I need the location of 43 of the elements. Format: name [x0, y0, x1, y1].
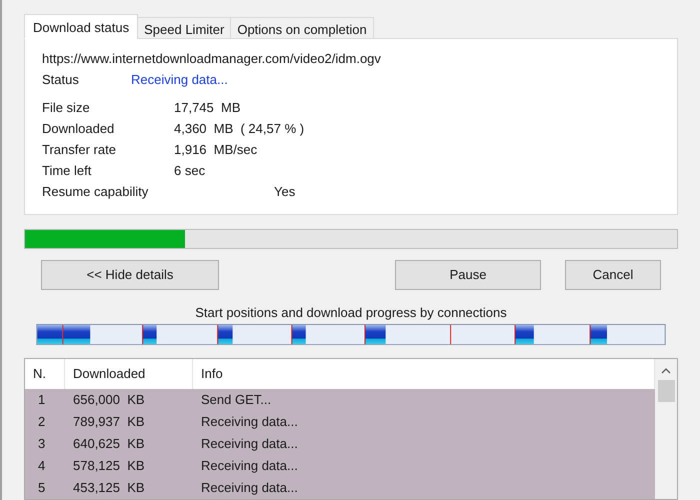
field-label: File size [42, 99, 91, 117]
table-row[interactable]: 3 640,625 KB Receiving data... [25, 433, 655, 455]
field-label: Resume capability [42, 183, 150, 201]
table-cell-text: 789,937 KB [72, 413, 146, 432]
table-cell-text: 1 [37, 391, 46, 410]
field-value: 1,916 MB/sec [174, 141, 258, 159]
table-cell-text: Receiving data... [200, 479, 299, 498]
table-row[interactable]: 5 453,125 KB Receiving data... [25, 477, 655, 499]
field-value: 17,745 MB [174, 99, 240, 117]
scrollbar[interactable] [655, 359, 677, 499]
tab[interactable]: Speed Limiter [137, 17, 232, 39]
table-cell-text: 578,125 KB [72, 457, 146, 476]
field-label: Downloaded [42, 120, 116, 138]
table-cell-text: 453,125 KB [72, 479, 146, 498]
table-row[interactable]: 1 656,000 KB Send GET... [25, 389, 655, 411]
table-cell-text: Send GET... [200, 391, 272, 410]
status-value: Receiving data... [131, 71, 228, 89]
table-cell-text: 2 [37, 413, 46, 432]
table-cell-text: 656,000 KB [72, 391, 146, 410]
button[interactable]: Cancel [565, 260, 661, 290]
table-cell-text: 4 [37, 457, 46, 476]
tab[interactable]: Options on completion [230, 17, 374, 39]
status-label: Status [42, 71, 80, 89]
scroll-up-icon[interactable] [661, 368, 671, 374]
table-row[interactable]: 4 578,125 KB Receiving data... [25, 455, 655, 477]
table-cell-text: Receiving data... [200, 435, 299, 454]
table-cell-text: 5 [37, 479, 46, 498]
button[interactable]: << Hide details [41, 260, 219, 290]
field-value: 4,360 MB ( 24,57 % ) [174, 120, 304, 138]
field-label: Time left [42, 162, 92, 180]
table-row[interactable]: 2 789,937 KB Receiving data... [25, 411, 655, 433]
table-cell-text: 640,625 KB [72, 435, 146, 454]
table-cell-text: 3 [37, 435, 46, 454]
field-value: Yes [274, 183, 296, 201]
field-label: Transfer rate [42, 141, 117, 159]
field-value: 6 sec [174, 162, 206, 180]
button[interactable]: Pause [395, 260, 541, 290]
scroll-thumb[interactable] [658, 380, 674, 402]
tab[interactable]: Download status [24, 14, 138, 39]
download-url: https://www.internetdownloadmanager.com/video2/idm.ogv [42, 50, 382, 68]
connections-label: Start positions and download progress by connections [194, 304, 508, 320]
table-cell-text: Receiving data... [200, 413, 299, 432]
table-cell-text: Receiving data... [200, 457, 299, 476]
